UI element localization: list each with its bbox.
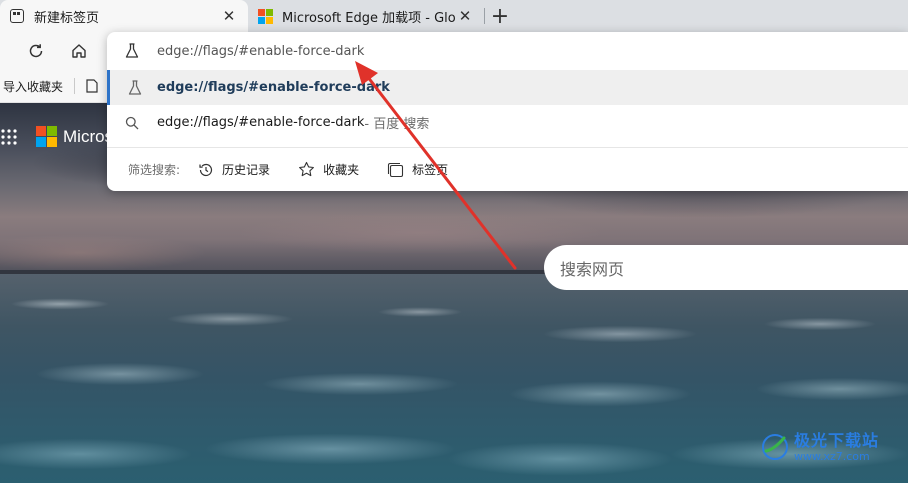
microsoft-logo-icon [36, 126, 57, 147]
page-icon [86, 79, 98, 93]
filter-tabs-button[interactable]: 标签页 [387, 161, 448, 178]
address-input-value: edge://flags/#enable-force-dark [157, 43, 365, 59]
tabs-icon [388, 162, 404, 177]
favorites-divider [74, 78, 76, 94]
suggestion-flags-url[interactable]: edge://flags/#enable-force-dark [107, 70, 908, 105]
microsoft-brand[interactable]: Micros [36, 126, 113, 147]
app-launcher-button[interactable] [0, 127, 20, 147]
suggestion-suffix: - 百度 搜索 [364, 117, 430, 132]
refresh-button[interactable] [21, 36, 51, 66]
close-tab-icon[interactable]: ✕ [456, 7, 474, 25]
watermark-url: www.xz7.com [794, 449, 870, 463]
filter-tabs-label: 标签页 [412, 163, 449, 177]
tab-new-tab[interactable]: 新建标签页 ✕ [0, 0, 248, 32]
home-icon [72, 44, 86, 58]
new-tab-page-icon [10, 9, 24, 23]
suggestion-text: edge://flags/#enable-force-dark [157, 115, 365, 130]
flask-icon [107, 43, 157, 59]
address-bar-dropdown: edge://flags/#enable-force-dark edge://f… [107, 32, 908, 191]
tab-strip: 新建标签页 ✕ Microsoft Edge 加载项 - Global S ✕ … [0, 0, 908, 32]
web-search-box[interactable]: 搜索网页 [544, 245, 908, 290]
suggestion-text: edge://flags/#enable-force-dark [157, 80, 390, 95]
favorites-page-item[interactable] [83, 70, 101, 102]
filter-history-label: 历史记录 [222, 163, 271, 177]
site-watermark: 极光下载站 www.xz7.com [760, 432, 879, 462]
home-button[interactable] [64, 36, 94, 66]
filter-history-button[interactable]: 历史记录 [198, 161, 270, 178]
close-tab-icon[interactable]: ✕ [220, 7, 238, 25]
star-icon [299, 161, 315, 177]
watermark-name: 极光下载站 [794, 430, 880, 450]
suggestion-baidu-search[interactable]: edge://flags/#enable-force-dark - 百度 搜索 [107, 105, 908, 140]
history-icon [199, 163, 213, 176]
refresh-icon [29, 44, 43, 58]
search-filters: 筛选搜索: 历史记录 收藏夹 标签页 [107, 148, 908, 191]
search-icon [107, 116, 157, 130]
filter-favorites-label: 收藏夹 [323, 163, 360, 177]
microsoft-logo-icon [258, 9, 273, 24]
brand-text: Micros [63, 126, 114, 146]
favorites-bar-label: 导入收藏夹 [3, 79, 64, 94]
import-favorites-link[interactable]: 导入收藏夹 [0, 70, 66, 102]
watermark-logo-icon [762, 434, 788, 460]
filter-label: 筛选搜索: [128, 163, 181, 177]
search-placeholder: 搜索网页 [560, 259, 625, 279]
tab-title: Microsoft Edge 加载项 - Global S [282, 10, 456, 26]
flask-icon [110, 79, 160, 96]
tab-title: 新建标签页 [34, 10, 100, 26]
filter-favorites-button[interactable]: 收藏夹 [298, 161, 359, 178]
address-input[interactable]: edge://flags/#enable-force-dark [107, 32, 908, 70]
new-tab-button[interactable]: + [485, 0, 515, 32]
waffle-grid-icon [1, 129, 17, 145]
tab-edge-addons[interactable]: Microsoft Edge 加载项 - Global S ✕ [248, 0, 484, 32]
